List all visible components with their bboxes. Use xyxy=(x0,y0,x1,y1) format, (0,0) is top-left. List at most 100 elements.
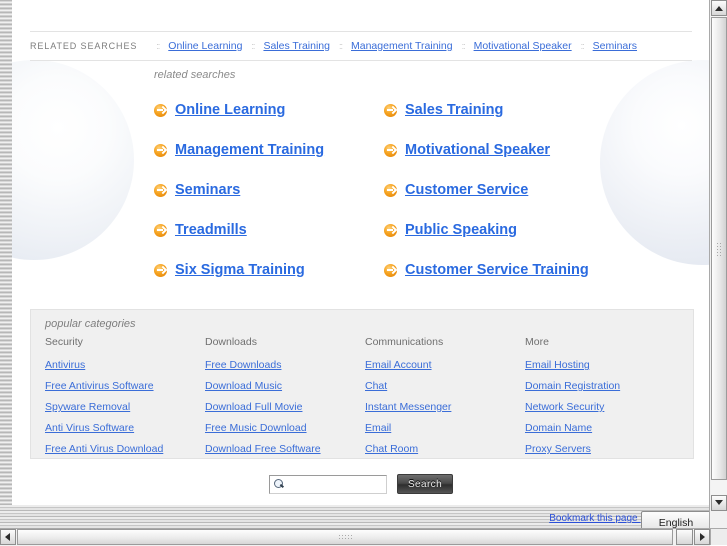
link-item[interactable]: Customer Service xyxy=(384,170,614,210)
category-link-email-account[interactable]: Email Account xyxy=(365,359,525,371)
arrow-circle-icon xyxy=(384,103,397,117)
vertical-scrollbar-thumb[interactable] xyxy=(711,17,727,480)
category-heading: Communications xyxy=(365,336,444,348)
scroll-right-spacer xyxy=(676,529,693,545)
main-link-online-learning[interactable]: Online Learning xyxy=(175,102,285,118)
search-box[interactable] xyxy=(269,474,421,494)
main-link-public-speaking[interactable]: Public Speaking xyxy=(405,222,517,238)
link-item[interactable]: Public Speaking xyxy=(384,210,614,250)
main-link-six-sigma-training[interactable]: Six Sigma Training xyxy=(175,262,305,278)
arrow-circle-icon xyxy=(154,223,167,237)
link-row: Management Training Motivational Speaker xyxy=(154,130,614,170)
category-link-domain-registration[interactable]: Domain Registration xyxy=(525,380,685,392)
popular-categories-title: popular categories xyxy=(45,318,136,330)
category-link-network-security[interactable]: Network Security xyxy=(525,401,685,413)
link-item[interactable]: Motivational Speaker xyxy=(384,130,614,170)
related-searches-label: RELATED SEARCHES xyxy=(30,41,138,51)
scroll-down-button[interactable] xyxy=(711,495,727,511)
arrow-circle-icon xyxy=(384,183,397,197)
category-link-spyware-removal[interactable]: Spyware Removal xyxy=(45,401,205,413)
arrow-circle-icon xyxy=(384,223,397,237)
link-item[interactable]: Sales Training xyxy=(384,90,614,130)
main-link-motivational-speaker[interactable]: Motivational Speaker xyxy=(405,142,550,158)
main-link-treadmills[interactable]: Treadmills xyxy=(175,222,247,238)
top-link-seminars[interactable]: Seminars xyxy=(593,40,637,52)
main-link-customer-service[interactable]: Customer Service xyxy=(405,182,528,198)
main-link-customer-service-training[interactable]: Customer Service Training xyxy=(405,262,589,278)
category-link-antivirus[interactable]: Antivirus xyxy=(45,359,205,371)
link-item[interactable]: Seminars xyxy=(154,170,384,210)
top-link-management-training[interactable]: Management Training xyxy=(351,40,453,52)
popular-categories-columns: Security Antivirus Free Antivirus Softwa… xyxy=(45,336,685,464)
category-column-security: Security Antivirus Free Antivirus Softwa… xyxy=(45,336,205,464)
arrow-circle-icon xyxy=(154,103,167,117)
category-column-downloads: Downloads Free Downloads Download Music … xyxy=(205,336,365,464)
category-heading: Downloads xyxy=(205,336,257,348)
link-item[interactable]: Treadmills xyxy=(154,210,384,250)
category-heading: More xyxy=(525,336,549,348)
scrollbar-grip-icon xyxy=(716,241,723,256)
top-link-motivational-speaker[interactable]: Motivational Speaker xyxy=(474,40,572,52)
chevron-left-icon xyxy=(5,533,10,541)
category-link-free-downloads[interactable]: Free Downloads xyxy=(205,359,365,371)
arrow-circle-icon xyxy=(154,143,167,157)
related-searches-bar: RELATED SEARCHES :: Online Learning :: S… xyxy=(30,31,692,61)
category-link-email-hosting[interactable]: Email Hosting xyxy=(525,359,685,371)
category-link-chat[interactable]: Chat xyxy=(365,380,525,392)
link-item[interactable]: Six Sigma Training xyxy=(154,250,384,290)
category-link-domain-name[interactable]: Domain Name xyxy=(525,422,685,434)
related-searches-heading: related searches xyxy=(154,69,236,81)
category-link-proxy-servers[interactable]: Proxy Servers xyxy=(525,443,685,455)
main-link-sales-training[interactable]: Sales Training xyxy=(405,102,503,118)
vertical-scrollbar[interactable] xyxy=(709,0,727,528)
top-link-sales-training[interactable]: Sales Training xyxy=(263,40,330,52)
popular-categories-panel: popular categories Security Antivirus Fr… xyxy=(30,309,694,459)
link-item[interactable]: Online Learning xyxy=(154,90,384,130)
scrollbar-grip-icon xyxy=(338,534,352,541)
category-heading: Security xyxy=(45,336,83,348)
category-link-chat-room[interactable]: Chat Room xyxy=(365,443,525,455)
link-item[interactable]: Customer Service Training xyxy=(384,250,614,290)
search-icon xyxy=(272,477,285,492)
link-row: Six Sigma Training Customer Service Trai… xyxy=(154,250,614,290)
link-item[interactable]: Management Training xyxy=(154,130,384,170)
link-row: Treadmills Public Speaking xyxy=(154,210,614,250)
main-link-seminars[interactable]: Seminars xyxy=(175,182,240,198)
scroll-left-button[interactable] xyxy=(0,529,16,545)
scroll-up-button[interactable] xyxy=(711,0,727,16)
chevron-up-icon xyxy=(715,6,723,11)
arrow-circle-icon xyxy=(154,183,167,197)
arrow-circle-icon xyxy=(384,263,397,277)
page-canvas: RELATED SEARCHES :: Online Learning :: S… xyxy=(12,0,710,505)
horizontal-scrollbar-thumb[interactable] xyxy=(17,529,673,545)
category-link-download-music[interactable]: Download Music xyxy=(205,380,365,392)
category-link-download-full-movie[interactable]: Download Full Movie xyxy=(205,401,365,413)
separator-dots: :: xyxy=(251,41,255,51)
category-link-download-free-software[interactable]: Download Free Software xyxy=(205,443,365,455)
related-searches-grid: Online Learning Sales Training Managemen… xyxy=(154,90,614,290)
category-link-free-anti-virus-download[interactable]: Free Anti Virus Download xyxy=(45,443,205,455)
chevron-right-icon xyxy=(700,533,705,541)
separator-dots: :: xyxy=(338,41,343,51)
top-link-online-learning[interactable]: Online Learning xyxy=(168,40,242,52)
category-column-more: More Email Hosting Domain Registration N… xyxy=(525,336,685,464)
chevron-down-icon xyxy=(715,500,723,505)
category-link-anti-virus-software[interactable]: Anti Virus Software xyxy=(45,422,205,434)
scroll-right-button[interactable] xyxy=(694,529,710,545)
background-sphere-left xyxy=(12,60,134,260)
bookmark-this-page-link[interactable]: Bookmark this page | xyxy=(549,513,643,524)
category-link-free-music-download[interactable]: Free Music Download xyxy=(205,422,365,434)
left-page-gutter xyxy=(0,0,12,505)
scrollbar-corner xyxy=(710,528,727,545)
arrow-circle-icon xyxy=(154,263,167,277)
link-row: Seminars Customer Service xyxy=(154,170,614,210)
horizontal-scrollbar[interactable] xyxy=(0,528,710,546)
search-input[interactable] xyxy=(285,476,421,492)
category-link-free-antivirus-software[interactable]: Free Antivirus Software xyxy=(45,380,205,392)
category-column-communications: Communications Email Account Chat Instan… xyxy=(365,336,525,464)
separator-dots: :: xyxy=(580,41,585,51)
main-link-management-training[interactable]: Management Training xyxy=(175,142,324,158)
search-row: Search xyxy=(12,474,710,494)
category-link-email[interactable]: Email xyxy=(365,422,525,434)
category-link-instant-messenger[interactable]: Instant Messenger xyxy=(365,401,525,413)
